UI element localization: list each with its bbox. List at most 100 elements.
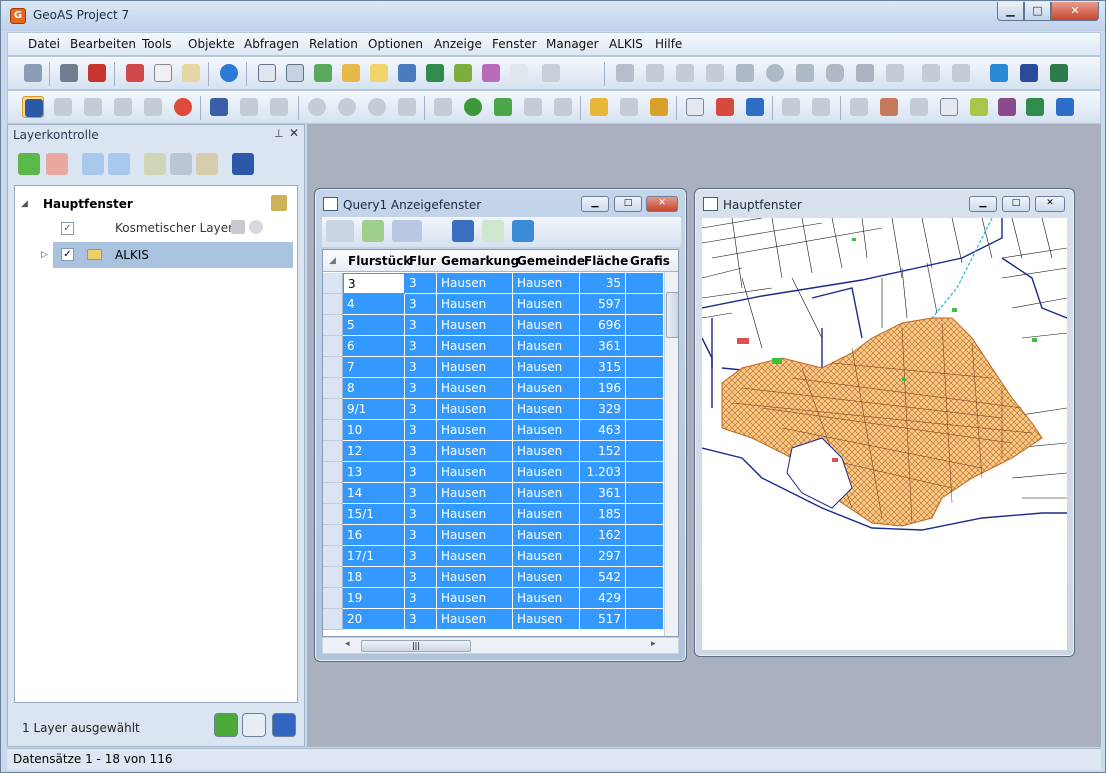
row-selector[interactable] bbox=[323, 567, 343, 588]
move-up-icon[interactable] bbox=[82, 153, 104, 175]
table-row[interactable]: 3 3 Hausen Hausen 35 bbox=[323, 273, 664, 294]
deselect-icon[interactable] bbox=[172, 96, 194, 118]
column-header[interactable]: Fläche bbox=[584, 254, 628, 268]
layer-row-alkis[interactable]: ▷ ✓ ALKIS bbox=[41, 242, 293, 268]
grid-cell[interactable] bbox=[626, 504, 664, 525]
select-rect-icon[interactable] bbox=[52, 96, 74, 118]
layer-style-icon[interactable] bbox=[196, 153, 218, 175]
grid-cell[interactable]: Hausen bbox=[513, 378, 580, 399]
row-selector[interactable] bbox=[323, 357, 343, 378]
filter-icon[interactable] bbox=[968, 96, 990, 118]
zoom-help-icon[interactable] bbox=[366, 96, 388, 118]
add-node-icon[interactable] bbox=[950, 62, 972, 84]
sort-az-icon[interactable] bbox=[508, 62, 530, 84]
grid-cell[interactable]: 361 bbox=[580, 336, 626, 357]
chart-icon[interactable] bbox=[340, 62, 362, 84]
row-selector[interactable] bbox=[323, 525, 343, 546]
query-minimize-button[interactable]: ▁ bbox=[581, 196, 609, 212]
draw-rectangle-icon[interactable] bbox=[794, 62, 816, 84]
document-icon[interactable] bbox=[938, 96, 960, 118]
row-selector[interactable] bbox=[323, 294, 343, 315]
measure-icon[interactable] bbox=[618, 96, 640, 118]
layer-info-icon[interactable] bbox=[242, 713, 266, 737]
grid-cell[interactable]: 297 bbox=[580, 546, 626, 567]
grid-cell[interactable]: 542 bbox=[580, 567, 626, 588]
font-icon[interactable] bbox=[452, 220, 474, 242]
menu-optionen[interactable]: Optionen bbox=[368, 37, 423, 51]
grid-cell[interactable]: 12 bbox=[343, 441, 405, 462]
grid-cell[interactable]: 329 bbox=[580, 399, 626, 420]
map-canvas[interactable] bbox=[702, 218, 1067, 650]
grid-cell[interactable]: Hausen bbox=[437, 336, 513, 357]
layer-checkbox[interactable]: ✓ bbox=[61, 222, 74, 235]
grid-cell[interactable]: 19 bbox=[343, 588, 405, 609]
grid-cell[interactable]: 4 bbox=[343, 294, 405, 315]
row-selector[interactable] bbox=[323, 462, 343, 483]
table-row[interactable]: 14 3 Hausen Hausen 361 bbox=[323, 483, 664, 504]
row-selector[interactable] bbox=[323, 504, 343, 525]
label-icon[interactable] bbox=[522, 96, 544, 118]
grid-cell[interactable]: 429 bbox=[580, 588, 626, 609]
grid-cell[interactable]: Hausen bbox=[513, 441, 580, 462]
grid-cell[interactable]: 3 bbox=[405, 315, 437, 336]
grid-cell[interactable]: 3 bbox=[405, 420, 437, 441]
excel-icon[interactable] bbox=[1024, 96, 1046, 118]
grid-cell[interactable]: 3 bbox=[405, 504, 437, 525]
menu-objekte[interactable]: Objekte bbox=[188, 37, 235, 51]
move-down-icon[interactable] bbox=[108, 153, 130, 175]
grid-cell[interactable]: 696 bbox=[580, 315, 626, 336]
grid-cell[interactable]: 14 bbox=[343, 483, 405, 504]
grid-cell[interactable]: Hausen bbox=[513, 609, 580, 630]
grid-cell[interactable]: Hausen bbox=[513, 588, 580, 609]
hand-disabled-icon[interactable] bbox=[540, 62, 562, 84]
grid-cell[interactable] bbox=[626, 273, 664, 294]
grid-cell[interactable]: 17/1 bbox=[343, 546, 405, 567]
table-row[interactable]: 13 3 Hausen Hausen 1.203 bbox=[323, 462, 664, 483]
grid-cell[interactable]: 517 bbox=[580, 609, 626, 630]
grid-cell[interactable] bbox=[626, 294, 664, 315]
map-minimize-button[interactable]: ▁ bbox=[969, 196, 997, 212]
menu-tools[interactable]: Tools bbox=[142, 37, 172, 51]
grid-cell[interactable]: 3 bbox=[405, 441, 437, 462]
photo-icon[interactable] bbox=[848, 96, 870, 118]
select-arrow-icon[interactable] bbox=[22, 96, 44, 118]
menu-abfragen[interactable]: Abfragen bbox=[244, 37, 299, 51]
table-icon[interactable] bbox=[256, 62, 278, 84]
grid-cell[interactable]: Hausen bbox=[513, 483, 580, 504]
refresh-icon[interactable] bbox=[362, 220, 384, 242]
map-maximize-button[interactable]: □ bbox=[1002, 196, 1030, 212]
grid-cell[interactable]: Hausen bbox=[513, 462, 580, 483]
grid-cell[interactable]: Hausen bbox=[437, 525, 513, 546]
grid-cell[interactable] bbox=[626, 567, 664, 588]
row-selector[interactable] bbox=[323, 315, 343, 336]
help-icon[interactable] bbox=[272, 713, 296, 737]
grid-cell[interactable]: 3 bbox=[405, 525, 437, 546]
grid-cell[interactable]: 3 bbox=[405, 273, 437, 294]
grid-cell[interactable]: Hausen bbox=[437, 294, 513, 315]
scroll-thumb[interactable] bbox=[666, 292, 678, 338]
grid-cell[interactable]: Hausen bbox=[513, 273, 580, 294]
select-polygon-icon[interactable] bbox=[112, 96, 134, 118]
add-column-icon[interactable] bbox=[482, 220, 504, 242]
objects-icon[interactable] bbox=[780, 96, 802, 118]
table-row[interactable]: 5 3 Hausen Hausen 696 bbox=[323, 315, 664, 336]
grid-cell[interactable] bbox=[626, 546, 664, 567]
menu-bearbeiten[interactable]: Bearbeiten bbox=[70, 37, 136, 51]
grid-cell[interactable]: Hausen bbox=[437, 609, 513, 630]
hand-select-icon[interactable] bbox=[552, 96, 574, 118]
columns-icon[interactable] bbox=[512, 220, 534, 242]
legend-icon[interactable] bbox=[396, 62, 418, 84]
grid-cell[interactable]: 463 bbox=[580, 420, 626, 441]
ruler-icon[interactable] bbox=[424, 62, 446, 84]
menu-hilfe[interactable]: Hilfe bbox=[655, 37, 682, 51]
grid-cell[interactable]: 10 bbox=[343, 420, 405, 441]
maximize-button[interactable]: □ bbox=[1024, 2, 1051, 21]
column-header[interactable]: Gemeinde bbox=[517, 254, 585, 268]
grid-cell[interactable]: Hausen bbox=[513, 525, 580, 546]
row-selector[interactable] bbox=[323, 588, 343, 609]
menu-datei[interactable]: Datei bbox=[28, 37, 60, 51]
map-close-button[interactable]: ✕ bbox=[1035, 196, 1065, 212]
cut-icon[interactable] bbox=[124, 62, 146, 84]
row-selector[interactable] bbox=[323, 399, 343, 420]
grid-cell[interactable]: 16 bbox=[343, 525, 405, 546]
